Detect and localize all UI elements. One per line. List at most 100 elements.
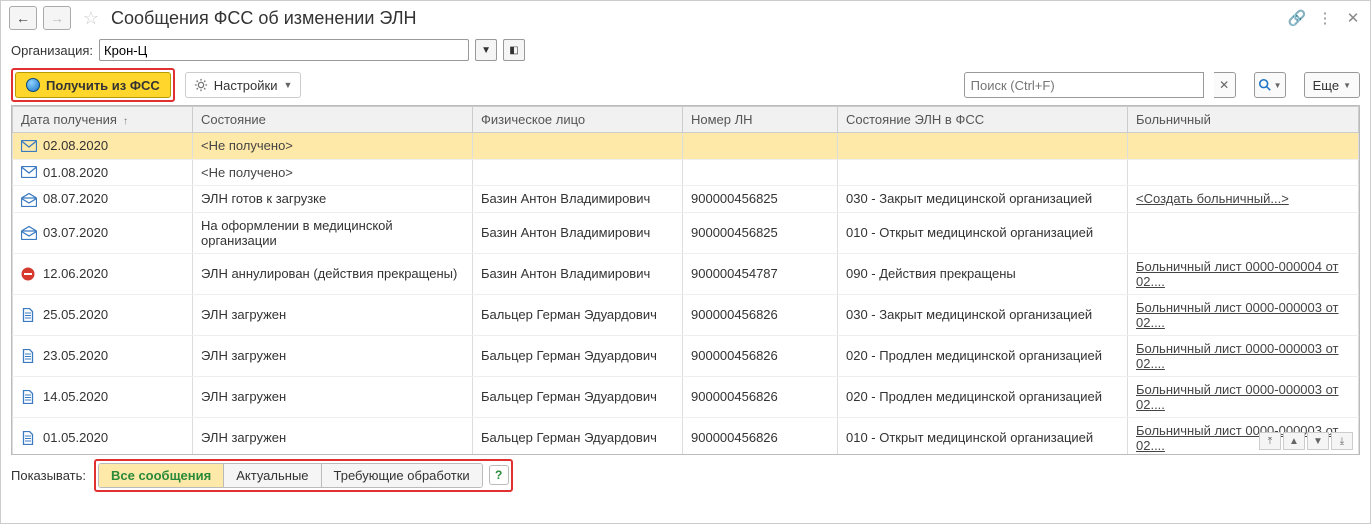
cell-fss: [838, 159, 1128, 186]
cell-person: Базин Антон Владимирович: [473, 253, 683, 294]
chevron-down-icon: ▼: [1343, 81, 1351, 90]
table-row[interactable]: 14.05.2020ЭЛН загруженБальцер Герман Эду…: [13, 376, 1359, 417]
cell-state: ЭЛН готов к загрузке: [193, 186, 473, 213]
cell-person: Бальцер Герман Эдуардович: [473, 335, 683, 376]
table-row[interactable]: 01.08.2020<Не получено>: [13, 159, 1359, 186]
cell-person: Базин Антон Владимирович: [473, 186, 683, 213]
cell-fss: 010 - Открыт медицинской организацией: [838, 212, 1128, 253]
cell-fss: 030 - Закрыт медицинской организацией: [838, 294, 1128, 335]
cell-fss: 020 - Продлен медицинской организацией: [838, 376, 1128, 417]
nav-last-button[interactable]: ⤓: [1331, 432, 1353, 450]
table-header-row: Дата получения↑ Состояние Физическое лиц…: [13, 107, 1359, 133]
table-row[interactable]: 23.05.2020ЭЛН загруженБальцер Герман Эду…: [13, 335, 1359, 376]
cell-fss: 030 - Закрыт медицинской организацией: [838, 186, 1128, 213]
cell-sick: [1128, 212, 1359, 253]
cell-fss: 010 - Открыт медицинской организацией: [838, 417, 1128, 455]
cell-date: 08.07.2020: [13, 186, 193, 213]
messages-table: Дата получения↑ Состояние Физическое лиц…: [11, 105, 1360, 455]
search-input[interactable]: [964, 72, 1204, 98]
cell-date: 14.05.2020: [13, 376, 193, 417]
footer-label: Показывать:: [11, 468, 86, 483]
sick-leave-link[interactable]: Больничный лист 0000-000003 от 02....: [1136, 382, 1339, 412]
nav-first-button[interactable]: ⤒: [1259, 432, 1281, 450]
sick-leave-link[interactable]: Больничный лист 0000-000003 от 02....: [1136, 300, 1339, 330]
cell-date: 12.06.2020: [13, 253, 193, 294]
nav-forward-button[interactable]: →: [43, 6, 71, 30]
org-open-button[interactable]: ◧: [503, 39, 525, 61]
cell-num: 900000454787: [683, 253, 838, 294]
help-button[interactable]: ?: [489, 465, 509, 485]
org-input[interactable]: [99, 39, 469, 61]
chevron-down-icon: ▼: [283, 80, 292, 90]
link-icon[interactable]: 🔗: [1288, 9, 1306, 27]
tab-actual[interactable]: Актуальные: [224, 464, 321, 487]
col-state-header[interactable]: Состояние: [193, 107, 473, 133]
more-button[interactable]: Еще ▼: [1304, 72, 1360, 98]
cell-date: 01.08.2020: [13, 159, 193, 186]
cell-fss: 090 - Действия прекращены: [838, 253, 1128, 294]
cell-date: 23.05.2020: [13, 335, 193, 376]
settings-label: Настройки: [214, 78, 278, 93]
page-title: Сообщения ФСС об изменении ЭЛН: [111, 8, 1282, 29]
sick-leave-link[interactable]: <Создать больничный...>: [1136, 191, 1289, 206]
cell-num: [683, 159, 838, 186]
org-label: Организация:: [11, 43, 93, 58]
col-num-header[interactable]: Номер ЛН: [683, 107, 838, 133]
cell-state: ЭЛН загружен: [193, 335, 473, 376]
search-clear-button[interactable]: ✕: [1214, 72, 1236, 98]
sick-leave-link[interactable]: Больничный лист 0000-000003 от 02....: [1136, 341, 1339, 371]
cell-person: Бальцер Герман Эдуардович: [473, 294, 683, 335]
table-row[interactable]: 03.07.2020На оформлении в медицинской ор…: [13, 212, 1359, 253]
cell-person: Бальцер Герман Эдуардович: [473, 376, 683, 417]
table-row[interactable]: 25.05.2020ЭЛН загруженБальцер Герман Эду…: [13, 294, 1359, 335]
cell-state: <Не получено>: [193, 133, 473, 160]
get-from-fss-label: Получить из ФСС: [46, 78, 160, 93]
sick-leave-link[interactable]: Больничный лист 0000-000004 от 02....: [1136, 259, 1339, 289]
settings-button[interactable]: Настройки ▼: [185, 72, 302, 98]
favorite-star-icon[interactable]: ☆: [81, 8, 101, 28]
search-button[interactable]: ▼: [1254, 72, 1286, 98]
highlight-get-button: Получить из ФСС: [11, 68, 175, 102]
cell-state: ЭЛН загружен: [193, 294, 473, 335]
globe-icon: [26, 78, 40, 92]
get-from-fss-button[interactable]: Получить из ФСС: [15, 72, 171, 98]
cell-person: Бальцер Герман Эдуардович: [473, 417, 683, 455]
cell-num: 900000456825: [683, 212, 838, 253]
cell-fss: [838, 133, 1128, 160]
cell-sick: Больничный лист 0000-000004 от 02....: [1128, 253, 1359, 294]
tab-all-messages[interactable]: Все сообщения: [99, 464, 224, 487]
magnifier-icon: [1258, 78, 1272, 92]
cell-date: 03.07.2020: [13, 212, 193, 253]
cell-fss: 020 - Продлен медицинской организацией: [838, 335, 1128, 376]
col-sick-header[interactable]: Больничный: [1128, 107, 1359, 133]
cell-sick: Больничный лист 0000-000003 от 02....: [1128, 294, 1359, 335]
close-icon[interactable]: ✕: [1344, 9, 1362, 27]
cell-num: 900000456825: [683, 186, 838, 213]
col-person-header[interactable]: Физическое лицо: [473, 107, 683, 133]
cell-sick: Больничный лист 0000-000003 от 02....: [1128, 335, 1359, 376]
kebab-menu-icon[interactable]: ⋮: [1316, 9, 1334, 27]
cell-sick: <Создать больничный...>: [1128, 186, 1359, 213]
cell-state: ЭЛН загружен: [193, 376, 473, 417]
table-row[interactable]: 12.06.2020ЭЛН аннулирован (действия прек…: [13, 253, 1359, 294]
cell-sick: [1128, 133, 1359, 160]
cell-state: <Не получено>: [193, 159, 473, 186]
cell-state: ЭЛН загружен: [193, 417, 473, 455]
table-row[interactable]: 08.07.2020ЭЛН готов к загрузкеБазин Анто…: [13, 186, 1359, 213]
cell-date: 25.05.2020: [13, 294, 193, 335]
cell-num: [683, 133, 838, 160]
more-label: Еще: [1313, 78, 1339, 93]
cell-person: [473, 133, 683, 160]
highlight-filter-tabs: Все сообщения Актуальные Требующие обраб…: [94, 459, 513, 492]
filter-tab-group: Все сообщения Актуальные Требующие обраб…: [98, 463, 483, 488]
nav-down-button[interactable]: ▼: [1307, 432, 1329, 450]
table-row[interactable]: 01.05.2020ЭЛН загруженБальцер Герман Эду…: [13, 417, 1359, 455]
tab-need-processing[interactable]: Требующие обработки: [322, 464, 482, 487]
col-fss-header[interactable]: Состояние ЭЛН в ФСС: [838, 107, 1128, 133]
cell-person: [473, 159, 683, 186]
table-row[interactable]: 02.08.2020<Не получено>: [13, 133, 1359, 160]
nav-back-button[interactable]: ←: [9, 6, 37, 30]
col-date-header[interactable]: Дата получения↑: [13, 107, 193, 133]
org-dropdown-button[interactable]: ▼: [475, 39, 497, 61]
nav-up-button[interactable]: ▲: [1283, 432, 1305, 450]
